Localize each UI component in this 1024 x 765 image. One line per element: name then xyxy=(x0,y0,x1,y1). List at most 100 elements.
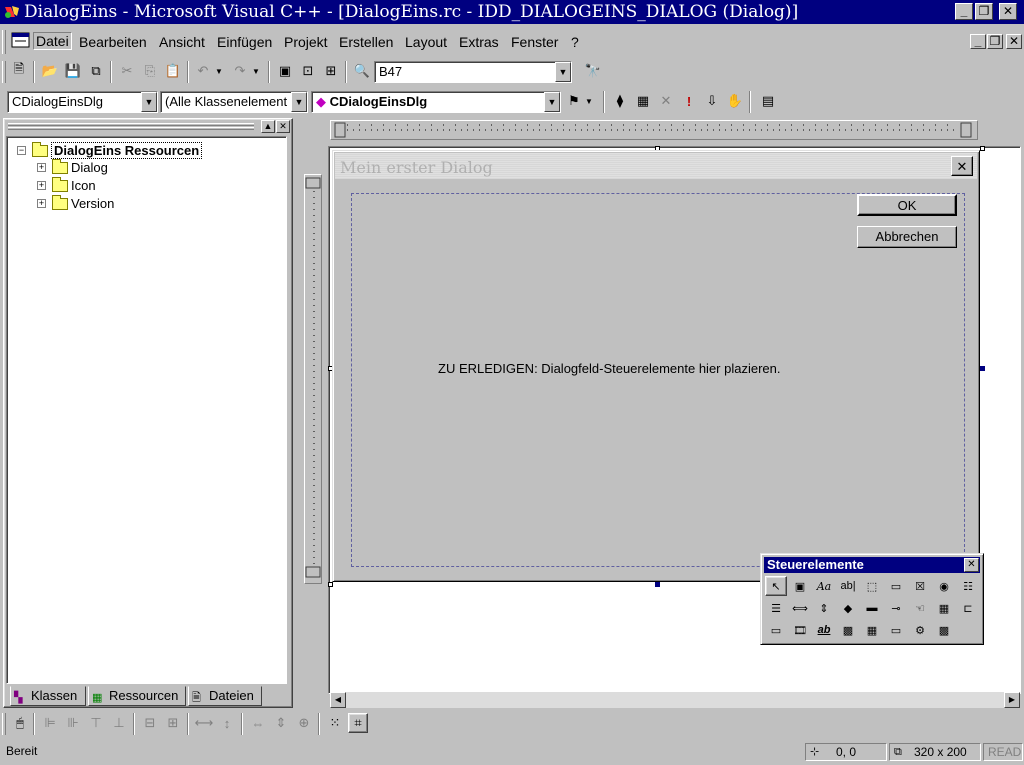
space-down-icon[interactable]: ↕ xyxy=(217,713,237,733)
button-tool-icon[interactable]: ▭ xyxy=(885,576,907,596)
scroll-left-icon[interactable]: ◀ xyxy=(330,692,346,708)
group-box-tool-icon[interactable]: ⬚ xyxy=(861,576,883,596)
redo-dropdown-icon[interactable]: ▼ xyxy=(250,61,262,81)
new-text-file-icon[interactable]: 🗎 xyxy=(9,61,29,81)
menu-projekt[interactable]: Projekt xyxy=(284,34,328,50)
menu-extras[interactable]: Extras xyxy=(459,34,499,50)
save-icon[interactable]: 💾 xyxy=(63,61,83,81)
picture-tool-icon[interactable]: ▣ xyxy=(789,576,811,596)
window-list-icon[interactable]: ⊞ xyxy=(321,61,341,81)
save-all-icon[interactable]: ⧉ xyxy=(86,61,106,81)
wizard-action-dropdown-icon[interactable]: ▼ xyxy=(583,91,595,111)
member-combo[interactable]: ◆ CDialogEinsDlg ▼ xyxy=(311,91,561,113)
align-right-icon[interactable]: ⊪ xyxy=(63,713,83,733)
align-bottom-icon[interactable]: ⊥ xyxy=(109,713,129,733)
horizontal-ruler[interactable] xyxy=(330,120,978,140)
execute-icon[interactable]: ! xyxy=(679,91,699,111)
output-window-icon[interactable]: ⊡ xyxy=(298,61,318,81)
app-title-bar[interactable]: DialogEins - Microsoft Visual C++ - [Dia… xyxy=(0,0,1024,24)
radio-button-tool-icon[interactable]: ◉ xyxy=(933,576,955,596)
vertical-ruler[interactable] xyxy=(304,174,322,584)
dialog-title-bar[interactable]: Mein erster Dialog ✕ xyxy=(335,153,977,179)
ok-button[interactable]: OK xyxy=(857,194,957,216)
horizontal-scroll-tool-icon[interactable]: ⟺ xyxy=(789,598,811,618)
menubar-grip[interactable] xyxy=(2,30,6,54)
menu-bearbeiten[interactable]: Bearbeiten xyxy=(79,34,147,50)
workspace-close-button[interactable]: ✕ xyxy=(276,120,290,133)
filter-combo[interactable]: (Alle Klassenelement ▼ xyxy=(160,91,308,113)
tree-root[interactable]: − DialogEins Ressourcen xyxy=(17,141,203,159)
paste-icon[interactable]: 📋 xyxy=(163,61,183,81)
menu-erstellen[interactable]: Erstellen xyxy=(339,34,393,50)
animation-tool-icon[interactable]: 🎞 xyxy=(789,620,811,640)
toggle-guides-icon[interactable]: ⌗ xyxy=(348,713,368,733)
menu-ansicht[interactable]: Ansicht xyxy=(159,34,205,50)
static-text-tool-icon[interactable]: Aa xyxy=(813,576,835,596)
vertical-scroll-tool-icon[interactable]: ⇕ xyxy=(813,598,835,618)
horizontal-scrollbar[interactable]: ◀ ▶ xyxy=(330,692,1020,708)
build-icon[interactable]: ▦ xyxy=(633,91,653,111)
scroll-right-icon[interactable]: ▶ xyxy=(1004,692,1020,708)
resize-handle[interactable] xyxy=(328,582,333,587)
filter-combo-arrow-icon[interactable]: ▼ xyxy=(291,92,307,112)
edit-box-tool-icon[interactable]: ab| xyxy=(837,576,859,596)
expand-icon[interactable]: + xyxy=(37,199,46,208)
center-vertical-icon[interactable]: ⊟ xyxy=(140,713,160,733)
compile-icon[interactable]: ⧫ xyxy=(610,91,630,111)
make-same-width-icon[interactable]: ⇔ xyxy=(248,713,268,733)
resize-handle[interactable] xyxy=(980,366,985,371)
mdi-restore-button[interactable]: ❐ xyxy=(987,34,1003,49)
pointer-tool-icon[interactable]: ↖ xyxy=(765,576,787,596)
toggle-grid-icon[interactable]: ⁙ xyxy=(325,713,345,733)
menu-einfuegen[interactable]: Einfügen xyxy=(217,34,272,50)
make-same-height-icon[interactable]: ⇕ xyxy=(271,713,291,733)
resize-handle[interactable] xyxy=(655,582,660,587)
find-binoculars-icon[interactable]: 🔭 xyxy=(583,61,603,81)
find-combo[interactable]: B47 ▼ xyxy=(374,61,572,83)
close-button[interactable]: ✕ xyxy=(999,3,1017,20)
make-same-size-icon[interactable]: ⊕ xyxy=(294,713,314,733)
class-combo[interactable]: CDialogEinsDlg ▼ xyxy=(7,91,158,113)
mdi-minimize-button[interactable]: _ xyxy=(970,34,986,49)
tree-control-tool-icon[interactable]: ⊏ xyxy=(957,598,979,618)
restore-button[interactable]: ❐ xyxy=(975,3,993,20)
tree-item-icon[interactable]: + Icon xyxy=(37,176,96,193)
open-folder-icon[interactable]: 📂 xyxy=(40,61,60,81)
checkbox-tool-icon[interactable]: ☒ xyxy=(909,576,931,596)
menu-datei[interactable]: Datei xyxy=(33,32,72,50)
extended-combo-tool-icon[interactable]: ▩ xyxy=(933,620,955,640)
tab-klassen[interactable]: ▚ Klassen xyxy=(10,686,86,706)
combo-box-tool-icon[interactable]: ☷ xyxy=(957,576,979,596)
cut-icon[interactable]: ✂ xyxy=(117,61,137,81)
resize-handle[interactable] xyxy=(980,146,985,151)
mdi-close-button[interactable]: ✕ xyxy=(1006,34,1022,49)
go-debug-icon[interactable]: ⇩ xyxy=(702,91,722,111)
tree-item-version[interactable]: + Version xyxy=(37,194,114,211)
date-time-tool-icon[interactable]: ▩ xyxy=(837,620,859,640)
undo-icon[interactable]: ↶ xyxy=(193,61,213,81)
todo-static-text[interactable]: ZU ERLEDIGEN: Dialogfeld-Steuerelemente … xyxy=(438,361,781,376)
cancel-button[interactable]: Abbrechen xyxy=(857,226,957,248)
breakpoint-hand-icon[interactable]: ✋ xyxy=(725,91,745,111)
copy-icon[interactable]: ⎘ xyxy=(140,61,160,81)
wizard-action-icon[interactable]: ⚑ xyxy=(564,91,584,111)
tree-item-dialog[interactable]: + Dialog xyxy=(37,158,108,175)
progress-tool-icon[interactable]: ▬ xyxy=(861,598,883,618)
workspace-grip[interactable] xyxy=(8,123,254,126)
dialog-close-icon[interactable]: ✕ xyxy=(951,156,973,176)
member-combo-arrow-icon[interactable]: ▼ xyxy=(544,92,560,112)
toolbox-close-button[interactable]: ✕ xyxy=(964,558,979,572)
expand-icon[interactable]: + xyxy=(37,163,46,172)
center-horizontal-icon[interactable]: ⊞ xyxy=(163,713,183,733)
redo-icon[interactable]: ↷ xyxy=(230,61,250,81)
list-control-tool-icon[interactable]: ▦ xyxy=(933,598,955,618)
class-combo-arrow-icon[interactable]: ▼ xyxy=(141,92,157,112)
align-left-icon[interactable]: ⊫ xyxy=(40,713,60,733)
undo-dropdown-icon[interactable]: ▼ xyxy=(213,61,225,81)
menu-help[interactable]: ? xyxy=(571,34,579,50)
menu-layout[interactable]: Layout xyxy=(405,34,447,50)
workspace-window-icon[interactable]: ▣ xyxy=(275,61,295,81)
toolbar-grip[interactable] xyxy=(2,61,6,83)
space-across-icon[interactable]: ⟷ xyxy=(194,713,214,733)
custom-control-tool-icon[interactable]: ⚙ xyxy=(909,620,931,640)
